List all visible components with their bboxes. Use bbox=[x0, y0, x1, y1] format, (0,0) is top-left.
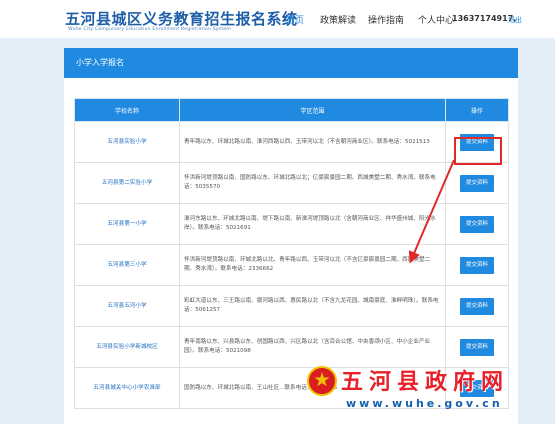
watermark-url: www.wuhe.gov.cn bbox=[346, 397, 503, 410]
watermark-text: 五河县政府网 bbox=[341, 370, 510, 395]
annotation-arrow-icon bbox=[408, 159, 455, 264]
national-emblem-icon bbox=[307, 366, 337, 396]
watermark: 五河县政府网 www.wuhe.gov.cn bbox=[306, 362, 555, 424]
